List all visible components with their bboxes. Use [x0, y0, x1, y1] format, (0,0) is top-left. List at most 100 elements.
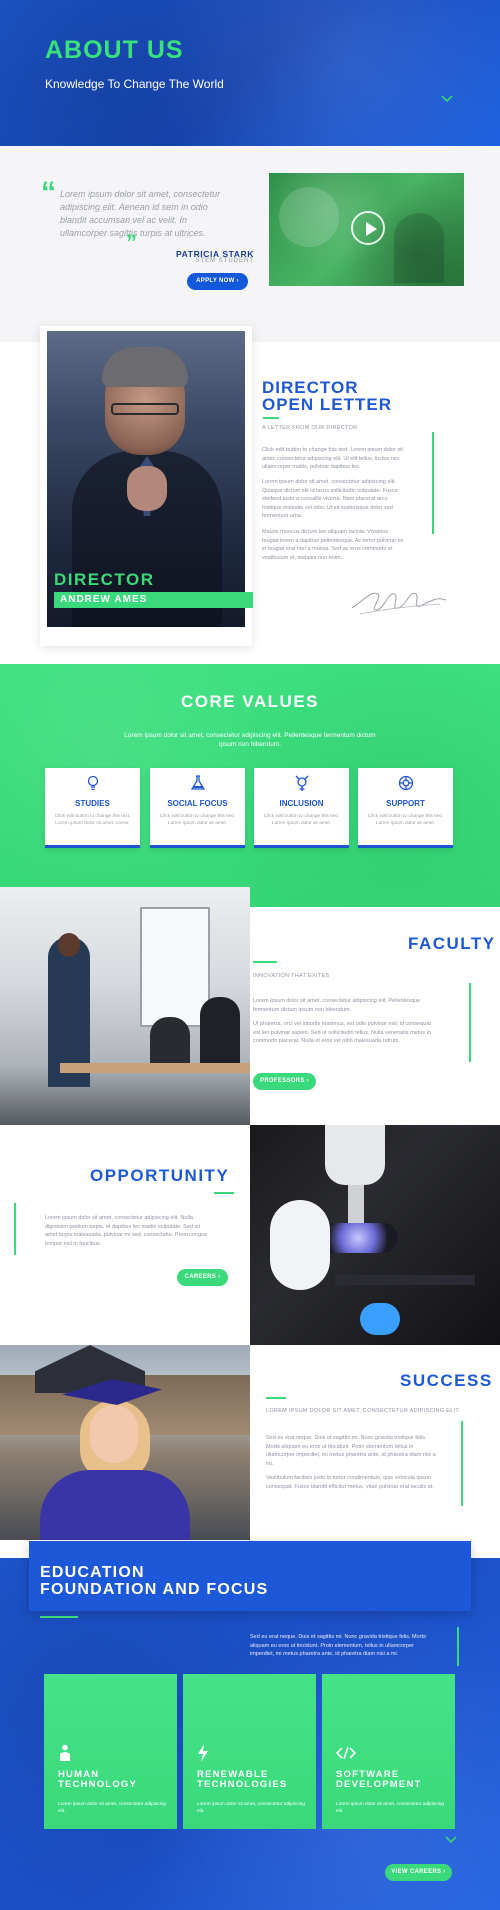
value-card-studies[interactable]: STUDIES Click edit button to change this… [45, 768, 140, 848]
faculty-subtitle: INNOVATION THAT EXITES [253, 973, 330, 979]
testimonial-role: STEM STUDENT [195, 258, 254, 264]
value-card-title: SUPPORT [386, 799, 425, 808]
value-card-desc: Click edit button to change this text. L… [159, 814, 236, 826]
letter-title-line2: OPEN LETTER [262, 395, 393, 414]
accent-vertical-bar [457, 1627, 459, 1666]
opportunity-title: OPPORTUNITY [90, 1166, 230, 1185]
graduate-face [90, 1405, 138, 1463]
education-title: EDUCATION FOUNDATION AND FOCUS [40, 1564, 268, 1598]
accent-vertical-bar [432, 432, 434, 534]
letter-paragraph-1: Click edit button to change this text. L… [262, 447, 403, 470]
education-card-software-development[interactable]: SOFTWARE DEVELOPMENT Lorem ipsum dolor si… [322, 1674, 455, 1829]
value-card-support[interactable]: SUPPORT Click edit button to change this… [358, 768, 453, 848]
testimonial-quote: Lorem ipsum dolor sit amet, consectetur … [60, 189, 221, 238]
director-glasses [111, 403, 179, 415]
education-title-line1: EDUCATION [40, 1564, 145, 1581]
opportunity-paragraph: Lorem ipsum dolor sit amet, consectetur … [45, 1215, 208, 1247]
value-card-inclusion[interactable]: INCLUSION Click edit button to change th… [254, 768, 349, 848]
careers-button[interactable]: CAREERS › [177, 1269, 228, 1286]
education-card-human-technology[interactable]: HUMAN TECHNOLOGY Lorem ipsum dolor sit am… [44, 1674, 177, 1829]
lightning-icon [198, 1744, 208, 1762]
graduation-gown [40, 1470, 190, 1540]
faculty-photo [0, 887, 250, 1125]
lifebuoy-icon [398, 775, 414, 791]
education-card-desc: Lorem ipsum dolor sit amet, consectetur … [197, 1802, 305, 1814]
value-card-title: INCLUSION [279, 799, 324, 808]
success-paragraph-1: Sed eu erat neque. Duis et sagittis mi. … [266, 1435, 436, 1467]
microscope-dish [318, 1223, 398, 1253]
apply-now-button[interactable]: APPLY NOW › [187, 273, 248, 290]
gender-icon [295, 775, 309, 791]
value-card-desc: Click edit button to change this text. L… [263, 814, 340, 826]
microscope-body [325, 1125, 385, 1185]
letter-paragraph-3: Mauris rhoncus dictum leo aliquam lacini… [262, 529, 404, 561]
faculty-title: FACULTY [408, 934, 496, 953]
education-paragraph: Sed eu erat neque. Duis et sagittis mi. … [250, 1634, 426, 1657]
chevron-down-icon[interactable] [445, 1836, 457, 1844]
microscope-arm [270, 1200, 330, 1290]
faculty-student [200, 997, 240, 1067]
success-title: SUCCESS [400, 1371, 493, 1390]
accent-vertical-bar [14, 1203, 16, 1255]
faculty-table [60, 1063, 250, 1073]
accent-vertical-bar [469, 983, 471, 1062]
accent-bar [263, 417, 279, 419]
success-paragraph-2: Vestibulum facilisis justo in tortor con… [266, 1475, 434, 1490]
hero-title: ABOUT US [45, 36, 184, 64]
education-card-desc: Lorem ipsum dolor sit amet, consectetur … [336, 1802, 444, 1814]
hero-section: ABOUT US Knowledge To Change The World [0, 0, 500, 146]
open-quote-icon: “ [41, 176, 56, 209]
flask-icon [190, 775, 206, 790]
director-hair [102, 347, 188, 387]
code-icon [336, 1746, 356, 1760]
video-thumbnail[interactable] [269, 173, 464, 286]
value-card-title: SOCIAL FOCUS [167, 799, 228, 808]
faculty-teacher-head [58, 933, 80, 957]
hero-subtitle: Knowledge To Change The World [45, 77, 224, 91]
letter-title-line1: DIRECTOR [262, 378, 359, 397]
faculty-paragraph-1: Lorem ipsum dolor sit amet, consectetur … [253, 998, 421, 1013]
accent-bar [266, 1397, 286, 1399]
chevron-down-icon[interactable] [441, 95, 453, 103]
education-card-title-line2: TECHNOLOGIES [197, 1779, 288, 1790]
page-root: ABOUT US Knowledge To Change The World “… [0, 0, 500, 1910]
education-card-desc: Lorem ipsum dolor sit amet, consectetur … [58, 1802, 166, 1814]
director-label: DIRECTOR [54, 570, 155, 589]
microscope-lens [348, 1185, 364, 1225]
microscope-photo [250, 1125, 500, 1345]
director-signature [351, 592, 447, 615]
faculty-student [150, 1017, 190, 1067]
view-careers-button[interactable]: VIEW CAREERS › [385, 1864, 452, 1881]
director-hand [127, 466, 167, 511]
director-name: ANDREW AMES [60, 594, 148, 605]
education-card-title: HUMAN TECHNOLOGY [58, 1770, 137, 1790]
accent-bar [40, 1616, 78, 1618]
faculty-paragraph-2: Ut pharetra, orci vel lobortis maximus, … [253, 1021, 431, 1044]
core-values-title: CORE VALUES [180, 692, 320, 711]
accent-bar [214, 1192, 234, 1194]
faculty-window [140, 907, 210, 1027]
professors-button[interactable]: PROFESSORS › [253, 1073, 316, 1090]
success-subtitle: LOREM IPSUM DOLOR SIT AMET, CONSECTETUR … [266, 1408, 461, 1414]
letter-subtitle: A LETTER FROM OUR DIRECTOR [262, 425, 358, 431]
value-card-title: STUDIES [75, 799, 110, 808]
video-figure [394, 213, 444, 283]
value-card-social-focus[interactable]: SOCIAL FOCUS Click edit button to change… [150, 768, 245, 848]
play-icon[interactable] [351, 211, 385, 245]
video-figure [279, 187, 339, 247]
value-card-desc: Click edit button to change this text. L… [367, 814, 444, 826]
person-icon [60, 1744, 70, 1761]
accent-vertical-bar [461, 1421, 463, 1506]
education-card-renewable-technologies[interactable]: RENEWABLE TECHNOLOGIES Lorem ipsum dolor … [183, 1674, 316, 1829]
graduate-photo [0, 1345, 250, 1540]
letter-title: DIRECTOR OPEN LETTER [262, 379, 392, 413]
core-values-subtitle: Lorem ipsum dolor sit amet, consectetur … [124, 732, 376, 748]
letter-paragraph-2: Lorem ipsum dolor sit amet, consectetur … [262, 479, 398, 519]
accent-bar [253, 961, 277, 963]
gloved-hand [360, 1303, 400, 1335]
education-card-title: RENEWABLE TECHNOLOGIES [197, 1770, 287, 1790]
education-card-title-line2: TECHNOLOGY [58, 1779, 138, 1790]
education-title-line2: FOUNDATION AND FOCUS [40, 1581, 269, 1598]
lightbulb-icon [87, 775, 99, 791]
value-card-desc: Click edit button to change this text. L… [54, 814, 131, 826]
